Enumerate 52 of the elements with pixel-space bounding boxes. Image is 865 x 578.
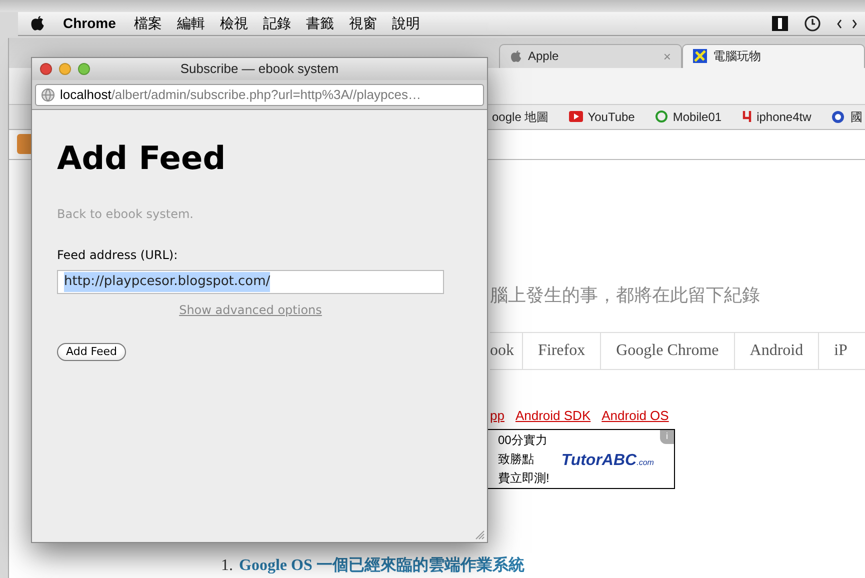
menu-item[interactable]: 書籤 — [306, 13, 334, 34]
site-icon — [693, 49, 707, 64]
browser-tab[interactable]: 電腦玩物 — [682, 44, 865, 68]
nav-tab[interactable]: Firefox — [523, 332, 602, 369]
add-feed-button[interactable]: Add Feed — [57, 343, 126, 361]
post-link[interactable]: Google OS 一個已經來臨的雲端作業系統 — [239, 554, 524, 578]
menu-item[interactable]: 視窗 — [348, 13, 377, 34]
tag-link[interactable]: Android SDK — [515, 406, 591, 426]
apple-icon — [510, 50, 522, 63]
tag-link[interactable]: pp — [490, 406, 504, 426]
tab-title: 電腦玩物 — [713, 48, 761, 66]
page-heading: Add Feed — [57, 138, 227, 179]
zoom-button[interactable] — [78, 63, 90, 75]
bookmark[interactable]: 國 — [831, 108, 862, 126]
apple-icon[interactable] — [30, 15, 45, 32]
hook-icon — [742, 110, 752, 124]
nav-tab[interactable]: iP — [819, 332, 862, 369]
bookmark[interactable]: iphone4tw — [742, 108, 812, 126]
ad-text: 費立即測! — [498, 470, 550, 487]
browser-tab[interactable]: Apple × — [499, 44, 682, 68]
globe-icon — [831, 110, 846, 124]
menu-item[interactable]: 說明 — [392, 13, 420, 34]
circle-icon — [654, 110, 668, 124]
status-icon[interactable] — [772, 16, 788, 31]
play-icon — [568, 111, 583, 122]
menu-item[interactable]: 記錄 — [262, 13, 291, 34]
window-title: Subscribe — ebook system — [180, 60, 339, 78]
bookmark[interactable]: oogle 地圖 — [492, 108, 549, 126]
bookmark[interactable]: YouTube — [568, 108, 635, 126]
ad-logo[interactable]: TutorABC.com — [561, 449, 654, 474]
nav-tab[interactable]: Android — [734, 332, 820, 369]
address-field[interactable]: localhost/albert/admin/subscribe.php?url=http%3A//playpces… — [35, 84, 484, 106]
globe-icon — [41, 88, 55, 102]
feed-url-field[interactable]: http://playpcesor.blogspot.com/ — [57, 270, 444, 294]
bookmark[interactable]: Mobile01 — [654, 108, 722, 126]
arrows-icon[interactable] — [837, 18, 857, 28]
menu-item[interactable]: 編輯 — [176, 13, 205, 34]
close-button[interactable] — [40, 63, 52, 75]
time-machine-icon[interactable] — [804, 15, 821, 32]
nav-tab[interactable]: Google Chrome — [601, 332, 735, 369]
list-number: 1. — [221, 556, 233, 576]
menu-item[interactable]: 檔案 — [134, 13, 162, 34]
resize-grip-icon[interactable] — [474, 529, 485, 540]
app-menu[interactable]: Chrome — [63, 13, 116, 34]
blog-tagline: 腦上發生的事，都將在此留下紀錄 — [490, 284, 760, 308]
tab-title: Apple — [528, 48, 559, 66]
field-label: Feed address (URL): — [57, 247, 179, 264]
ad-text: 致勝點 — [498, 450, 535, 468]
ad-text: 00分實力 — [498, 432, 548, 449]
tag-link[interactable]: Android OS — [602, 406, 669, 426]
menu-item[interactable]: 檢視 — [220, 13, 248, 34]
nav-tab[interactable]: ook — [490, 332, 523, 369]
